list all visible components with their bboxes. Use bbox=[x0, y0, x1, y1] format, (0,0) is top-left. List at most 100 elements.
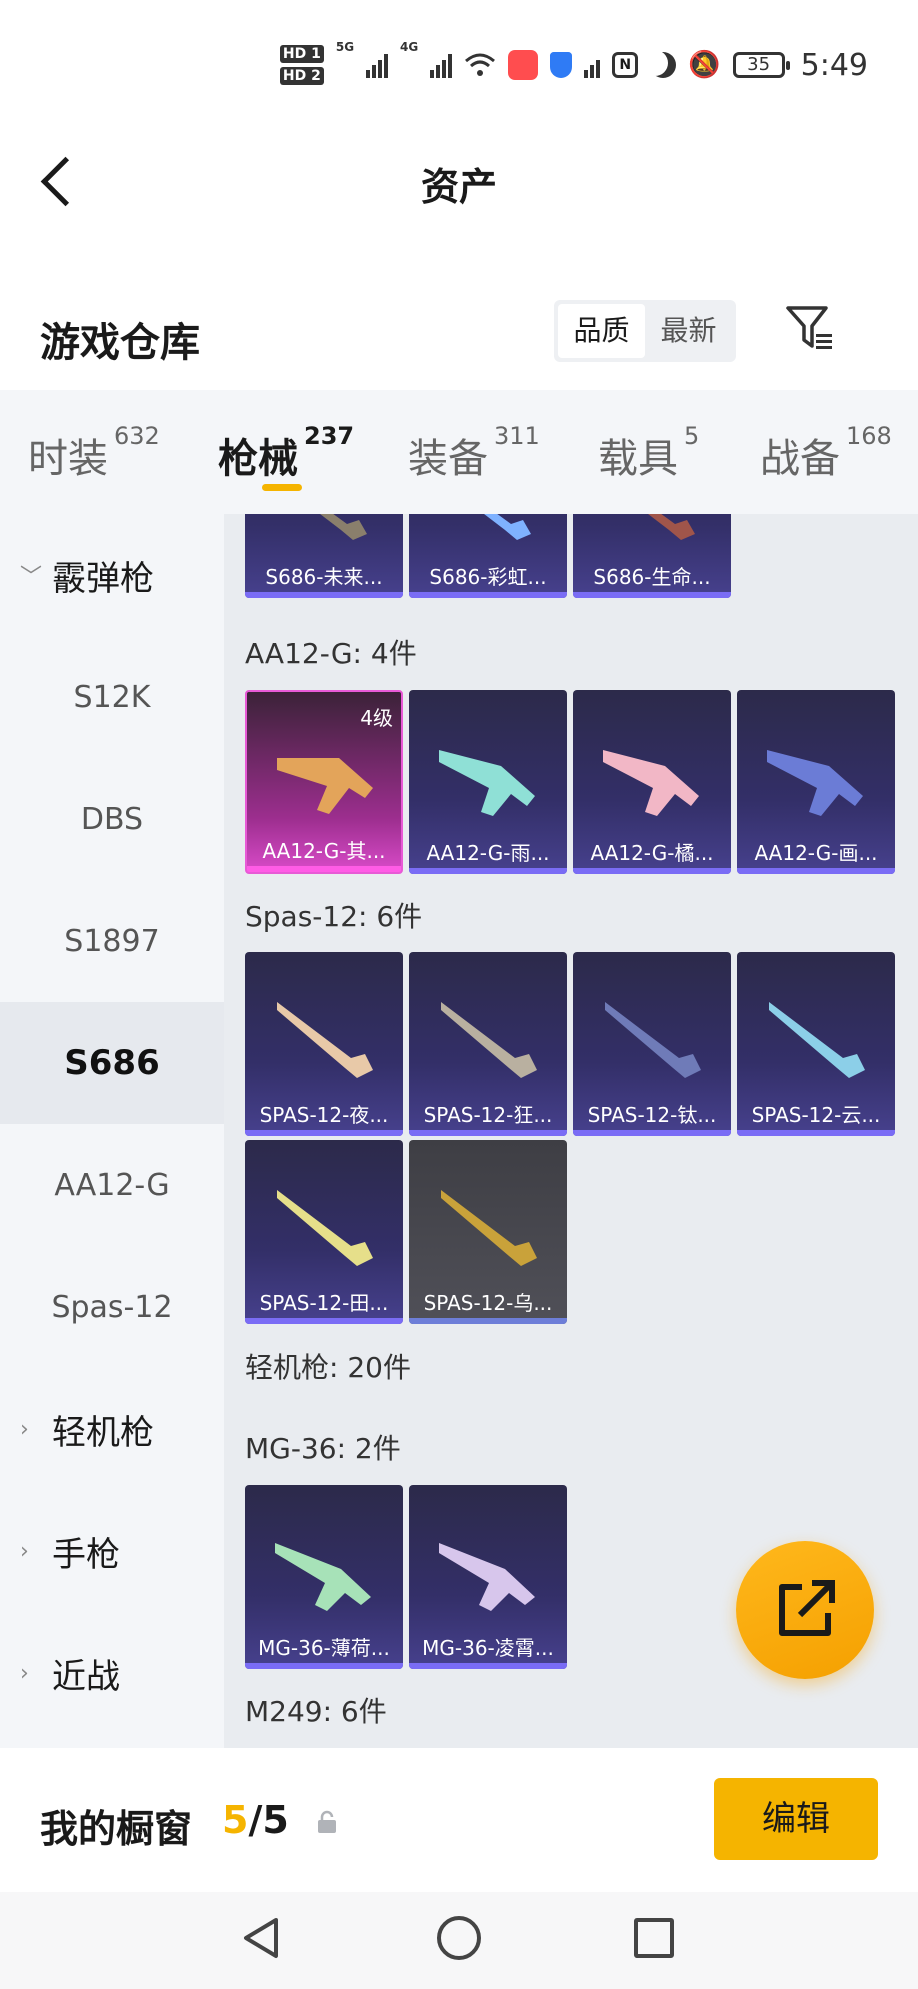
section-title: 游戏仓库 bbox=[40, 320, 200, 366]
group-header-lmg: 轻机枪: 20件 bbox=[245, 1351, 411, 1384]
card-name: S686-未来... bbox=[265, 565, 383, 589]
tab-label: 装备 bbox=[408, 436, 488, 482]
weapon-icon bbox=[277, 758, 373, 814]
sidebar-item-shotgun[interactable]: ﹀ 霰弹枪 bbox=[0, 514, 224, 636]
weapon-card[interactable]: AA12-G-画... bbox=[737, 690, 895, 874]
tab-label: 载具 bbox=[598, 436, 678, 482]
card-name: SPAS-12-田... bbox=[259, 1291, 389, 1315]
tab-equipment[interactable]: 装备 311 bbox=[408, 422, 540, 484]
filter-icon[interactable] bbox=[784, 302, 836, 354]
weapon-card[interactable]: SPAS-12-狂... bbox=[409, 952, 567, 1136]
rarity-bar bbox=[245, 1663, 403, 1669]
rarity-bar bbox=[409, 1130, 567, 1136]
sidebar-item-melee[interactable]: › 近战 bbox=[0, 1612, 224, 1734]
group-header-mg36: MG-36: 2件 bbox=[245, 1432, 401, 1465]
weapon-card[interactable]: AA12-G-橘... bbox=[573, 690, 731, 874]
nav-back-icon[interactable] bbox=[240, 1916, 284, 1960]
weapon-icon bbox=[441, 1002, 537, 1078]
lock-icon bbox=[318, 1810, 336, 1833]
weapon-card[interactable]: S686-未来... bbox=[245, 514, 403, 598]
sidebar-item-spas12[interactable]: Spas-12 bbox=[0, 1246, 224, 1368]
weapon-icon bbox=[769, 1002, 865, 1078]
rarity-bar bbox=[737, 868, 895, 874]
nav-home-icon[interactable] bbox=[437, 1916, 481, 1960]
card-name: SPAS-12-乌... bbox=[423, 1291, 553, 1315]
weapon-card[interactable]: MG-36-凌霄... bbox=[409, 1485, 567, 1669]
weapon-card[interactable]: SPAS-12-云... bbox=[737, 952, 895, 1136]
tab-label: 战备 bbox=[760, 436, 840, 482]
rarity-bar bbox=[409, 592, 567, 598]
sidebar-item-label: 轻机枪 bbox=[52, 1412, 154, 1453]
weapon-card[interactable]: AA12-G-雨... bbox=[409, 690, 567, 874]
weapon-icon bbox=[648, 514, 695, 540]
tab-count: 168 bbox=[846, 422, 892, 450]
card-name: SPAS-12-云... bbox=[751, 1103, 881, 1127]
rarity-bar bbox=[573, 1130, 731, 1136]
weapon-icon bbox=[275, 1543, 371, 1611]
rarity-bar bbox=[409, 1318, 567, 1324]
card-name: AA12-G-雨... bbox=[426, 841, 550, 865]
sidebar-item-dbs[interactable]: DBS bbox=[0, 758, 224, 880]
card-name: SPAS-12-狂... bbox=[423, 1103, 553, 1127]
weapon-icon bbox=[441, 1190, 537, 1266]
weapon-card[interactable]: S686-彩虹... bbox=[409, 514, 567, 598]
tab-combat-gear[interactable]: 战备 168 bbox=[760, 422, 892, 484]
edit-button[interactable]: 编辑 bbox=[714, 1778, 878, 1860]
weapon-icon bbox=[439, 1543, 535, 1611]
nav-recent-icon[interactable] bbox=[634, 1918, 674, 1958]
sidebar-item-s1897[interactable]: S1897 bbox=[0, 880, 224, 1002]
card-name: AA12-G-画... bbox=[754, 841, 878, 865]
hd1-label: HD 1 bbox=[279, 45, 324, 63]
sidebar-item-label: 近战 bbox=[52, 1656, 120, 1697]
weapon-card[interactable]: SPAS-12-钛... bbox=[573, 952, 731, 1136]
category-tabs: 时装 632 枪械 237 装备 311 载具 5 战备 168 bbox=[0, 390, 918, 514]
rarity-bar bbox=[573, 868, 731, 874]
status-bar: HD 1 HD 2 5G 4G N 🔕 35 5:49 bbox=[0, 0, 918, 130]
signal2-icon bbox=[430, 52, 453, 78]
sort-toggle: 品质 最新 bbox=[554, 300, 736, 362]
weapon-card[interactable]: SPAS-12-乌... bbox=[409, 1140, 567, 1324]
shield-icon bbox=[550, 52, 573, 78]
chevron-right-icon: › bbox=[20, 1538, 29, 1564]
tab-fashion[interactable]: 时装 632 bbox=[28, 422, 160, 484]
battery-icon: 35 bbox=[732, 52, 790, 78]
weapon-card[interactable]: SPAS-12-田... bbox=[245, 1140, 403, 1324]
tier-badge: 4级 bbox=[360, 706, 393, 730]
sidebar-item-label: 手枪 bbox=[52, 1534, 120, 1575]
weapon-card[interactable]: S686-生命... bbox=[573, 514, 731, 598]
card-name: S686-生命... bbox=[593, 565, 711, 589]
rarity-bar bbox=[737, 1130, 895, 1136]
weapon-card[interactable]: 4级 AA12-G-其... bbox=[245, 690, 403, 874]
card-name: SPAS-12-钛... bbox=[587, 1103, 717, 1127]
weapon-card[interactable]: MG-36-薄荷... bbox=[245, 1485, 403, 1669]
sidebar-item-s686[interactable]: S686 bbox=[0, 1002, 224, 1124]
net1-label: 5G bbox=[335, 40, 355, 54]
sidebar-item-s12k[interactable]: S12K bbox=[0, 636, 224, 758]
chevron-right-icon: › bbox=[20, 1660, 29, 1686]
sort-quality-button[interactable]: 品质 bbox=[558, 304, 645, 358]
section-header: 游戏仓库 品质 最新 bbox=[0, 290, 918, 380]
tab-label: 时装 bbox=[28, 436, 108, 482]
shopping-app-icon bbox=[508, 50, 539, 80]
sidebar-item-lmg[interactable]: › 轻机枪 bbox=[0, 1368, 224, 1490]
share-fab-button[interactable] bbox=[736, 1541, 874, 1679]
signal1-icon bbox=[366, 52, 389, 78]
tab-firearms[interactable]: 枪械 237 bbox=[218, 422, 354, 484]
system-nav-bar bbox=[0, 1892, 918, 1989]
chevron-right-icon: › bbox=[20, 1416, 29, 1442]
card-name: MG-36-凌霄... bbox=[422, 1636, 554, 1660]
tab-count: 632 bbox=[114, 422, 160, 450]
weapon-icon bbox=[277, 1190, 373, 1266]
nfc-icon: N bbox=[612, 52, 639, 78]
weapon-card[interactable]: SPAS-12-夜... bbox=[245, 952, 403, 1136]
tab-vehicles[interactable]: 载具 5 bbox=[598, 422, 699, 484]
sidebar-item-pistol[interactable]: › 手枪 bbox=[0, 1490, 224, 1612]
sort-newest-button[interactable]: 最新 bbox=[645, 304, 732, 358]
top-nav: 资产 bbox=[0, 130, 918, 230]
sidebar-item-aa12g[interactable]: AA12-G bbox=[0, 1124, 224, 1246]
rarity-bar bbox=[245, 592, 403, 598]
moon-icon bbox=[650, 52, 676, 78]
rarity-bar bbox=[247, 866, 401, 872]
rarity-bar bbox=[573, 592, 731, 598]
wifi-icon bbox=[465, 53, 496, 76]
